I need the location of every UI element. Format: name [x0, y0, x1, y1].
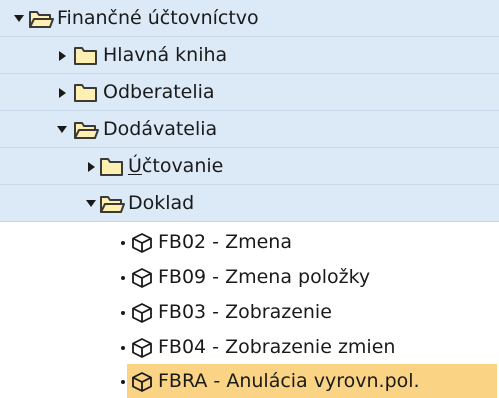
transaction-item-fbra[interactable]: FBRA - Anulácia vyrovn.pol. [0, 363, 499, 398]
label-rest: čtovanie [141, 155, 224, 177]
bullet-icon [118, 329, 128, 366]
tree-node-label[interactable]: Hlavná kniha [103, 37, 227, 74]
tree-node-doklad[interactable]: Doklad [0, 185, 499, 222]
folder-closed-icon [73, 37, 99, 74]
transaction-cube-icon [131, 363, 153, 398]
transaction-cube-icon [131, 329, 153, 366]
tree-node-label[interactable]: Doklad [128, 185, 194, 222]
transaction-item-fb04[interactable]: FB04 - Zobrazenie zmien [0, 329, 499, 366]
transaction-cube-icon [131, 259, 153, 296]
folder-closed-icon [99, 148, 125, 185]
tree-node-label[interactable]: Finančné účtovníctvo [57, 0, 259, 37]
transaction-label[interactable]: FB02 - Zmena [158, 224, 292, 261]
bullet-icon [118, 294, 128, 331]
bullet-icon [118, 224, 128, 261]
bullet-icon [118, 259, 128, 296]
chevron-right-icon[interactable] [84, 148, 98, 185]
folder-open-icon [28, 0, 54, 37]
transaction-label[interactable]: FB04 - Zobrazenie zmien [158, 329, 395, 366]
bullet-icon [118, 363, 128, 398]
transaction-item-fb02[interactable]: FB02 - Zmena [0, 224, 499, 261]
tree-node-dodavatelia[interactable]: Dodávatelia [0, 111, 499, 148]
hotkey-letter: Ú [128, 155, 142, 177]
tree-node-label[interactable]: Účtovanie [128, 148, 223, 185]
tree-node-financne-uctovnictvo[interactable]: Finančné účtovníctvo [0, 0, 499, 37]
tree-node-odberatelia[interactable]: Odberatelia [0, 74, 499, 111]
tree-node-uctovanie[interactable]: Účtovanie [0, 148, 499, 185]
chevron-right-icon[interactable] [55, 37, 69, 74]
transaction-label[interactable]: FBRA - Anulácia vyrovn.pol. [158, 363, 420, 398]
transaction-item-fb03[interactable]: FB03 - Zobrazenie [0, 294, 499, 331]
chevron-down-icon[interactable] [55, 111, 69, 148]
tree-node-hlavna-kniha[interactable]: Hlavná kniha [0, 37, 499, 74]
folder-open-icon [99, 185, 125, 222]
chevron-down-icon[interactable] [84, 185, 98, 222]
transaction-cube-icon [131, 294, 153, 331]
folder-closed-icon [73, 74, 99, 111]
tree-node-label[interactable]: Dodávatelia [103, 111, 217, 148]
transaction-label[interactable]: FB09 - Zmena položky [158, 259, 370, 296]
chevron-right-icon[interactable] [55, 74, 69, 111]
transaction-item-fb09[interactable]: FB09 - Zmena položky [0, 259, 499, 296]
transaction-cube-icon [131, 224, 153, 261]
sap-menu-tree: Finančné účtovníctvo Hlavná kniha Odbera… [0, 0, 499, 398]
transaction-label[interactable]: FB03 - Zobrazenie [158, 294, 332, 331]
chevron-down-icon[interactable] [12, 0, 26, 37]
folder-open-icon [73, 111, 99, 148]
tree-node-label[interactable]: Odberatelia [103, 74, 215, 111]
